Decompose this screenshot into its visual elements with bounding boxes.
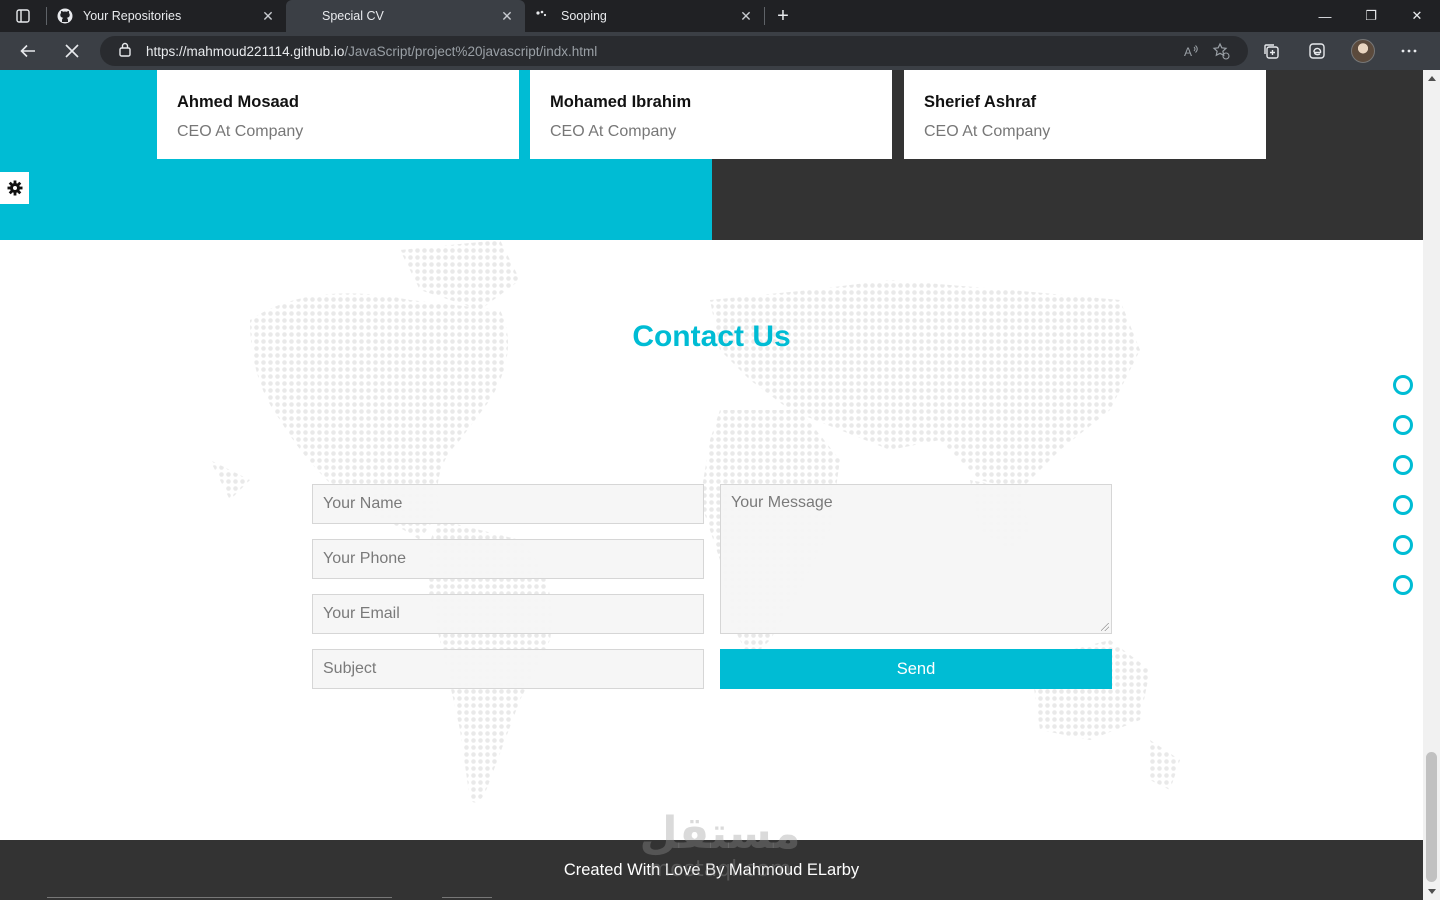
restore-icon[interactable]: ❐	[1348, 0, 1394, 32]
favorite-star-icon[interactable]	[1206, 42, 1236, 60]
browser-essentials-icon	[1309, 43, 1325, 59]
tab-sooping[interactable]: Sooping ✕	[525, 0, 764, 32]
tab-title: Your Repositories	[83, 9, 182, 23]
contact-section: Contact Us Your Name Your Phone Your Ema…	[0, 240, 1423, 840]
nav-bullet[interactable]	[1393, 495, 1413, 515]
testimonial-card: Ahmed Mosaad CEO At Company	[157, 70, 519, 159]
back-arrow-icon	[20, 44, 35, 58]
testimonial-role: CEO At Company	[550, 123, 677, 140]
send-button[interactable]: Send	[720, 649, 1112, 689]
resize-handle-icon[interactable]	[1101, 623, 1109, 631]
phone-input[interactable]: Your Phone	[312, 539, 704, 579]
testimonial-role: CEO At Company	[177, 123, 304, 140]
message-placeholder: Your Message	[731, 494, 833, 511]
collections-icon	[1264, 44, 1279, 59]
loading-dots-icon	[535, 8, 551, 24]
testimonial-name: Ahmed Mosaad	[177, 93, 299, 111]
contact-title: Contact Us	[632, 320, 791, 353]
close-tab-icon[interactable]: ✕	[499, 8, 515, 25]
email-input[interactable]: Your Email	[312, 594, 704, 634]
scroll-up-arrow-icon[interactable]	[1428, 76, 1436, 81]
close-tab-icon[interactable]: ✕	[738, 8, 754, 25]
footer: Created With Love By Mahmoud ELarby	[0, 840, 1423, 900]
testimonial-role: CEO At Company	[924, 123, 1051, 140]
message-textarea[interactable]: Your Message	[720, 484, 1112, 634]
close-tab-icon[interactable]: ✕	[260, 8, 276, 25]
nav-bullet[interactable]	[1393, 575, 1413, 595]
address-bar[interactable]: https://mahmoud221114.github.io/JavaScri…	[100, 36, 1248, 66]
collections-button[interactable]	[1252, 32, 1290, 70]
stop-loading-button[interactable]	[53, 32, 91, 70]
stop-icon	[65, 44, 79, 58]
nav-bullet[interactable]	[1393, 455, 1413, 475]
profile-button[interactable]	[1344, 32, 1382, 70]
edge-browser-button[interactable]	[1298, 32, 1336, 70]
scrollbar-thumb[interactable]	[1426, 752, 1437, 882]
avatar	[1351, 39, 1375, 63]
browser-tab-bar: Your Repositories ✕ Special CV ✕ Sooping…	[0, 0, 1440, 32]
testimonial-name: Mohamed Ibrahim	[550, 93, 692, 111]
read-aloud-icon[interactable]: A	[1176, 43, 1206, 59]
tab-your-repositories[interactable]: Your Repositories ✕	[47, 0, 286, 32]
section-nav-bullets	[1393, 375, 1413, 615]
github-icon	[57, 8, 73, 24]
tab-special-cv[interactable]: Special CV ✕	[286, 0, 525, 32]
footer-credit: Created With Love By Mahmoud ELarby	[563, 860, 860, 879]
lock-icon	[118, 41, 132, 62]
browser-toolbar: https://mahmoud221114.github.io/JavaScri…	[0, 32, 1440, 70]
more-menu-button[interactable]	[1390, 32, 1428, 70]
close-window-icon[interactable]: ✕	[1394, 0, 1440, 32]
back-button[interactable]	[9, 32, 47, 70]
tab-actions-icon	[16, 9, 30, 23]
url-path: /JavaScript/project%20javascript/indx.ht…	[344, 43, 598, 59]
url-host: https://mahmoud221114.github.io	[146, 43, 345, 59]
nav-bullet[interactable]	[1393, 375, 1413, 395]
more-dots-icon	[1401, 49, 1417, 53]
minimize-icon[interactable]: —	[1302, 0, 1348, 32]
name-input[interactable]: Your Name	[312, 484, 704, 524]
scroll-down-arrow-icon[interactable]	[1428, 889, 1436, 894]
subject-input[interactable]: Subject	[312, 649, 704, 689]
url-text: https://mahmoud221114.github.io/JavaScri…	[146, 44, 1176, 59]
svg-text:A: A	[1184, 45, 1192, 59]
testimonial-name: Sherief Ashraf	[924, 93, 1037, 111]
tab-actions-button[interactable]	[0, 0, 46, 32]
nav-bullet[interactable]	[1393, 415, 1413, 435]
testimonial-card: Sherief Ashraf CEO At Company	[904, 70, 1266, 159]
nav-bullet[interactable]	[1393, 535, 1413, 555]
new-tab-button[interactable]: +	[765, 0, 801, 32]
gear-icon	[7, 180, 22, 196]
settings-toggle-button[interactable]	[0, 172, 29, 204]
tab-title: Sooping	[561, 9, 607, 23]
testimonials-section: Ahmed Mosaad CEO At Company Mohamed Ibra…	[0, 70, 1423, 240]
testimonial-card: Mohamed Ibrahim CEO At Company	[530, 70, 892, 159]
vertical-scrollbar[interactable]	[1423, 70, 1440, 900]
page-viewport: Ahmed Mosaad CEO At Company Mohamed Ibra…	[0, 70, 1423, 900]
tab-title: Special CV	[322, 9, 384, 23]
